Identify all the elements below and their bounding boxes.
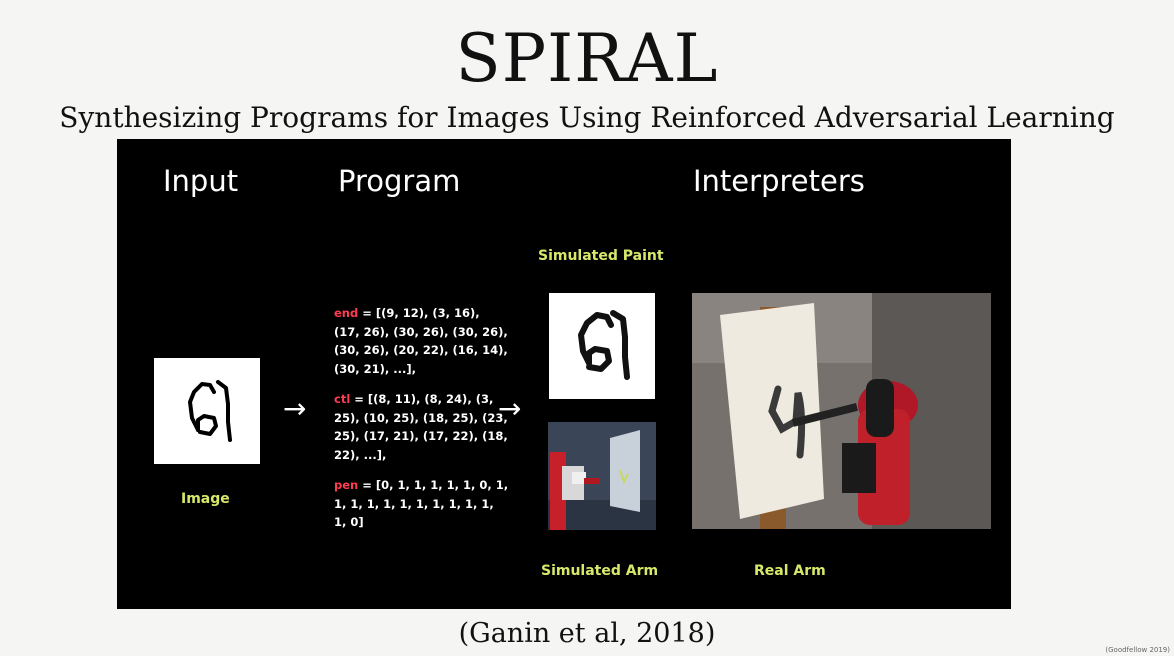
label-simulated-paint: Simulated Paint bbox=[538, 248, 664, 264]
input-image bbox=[154, 358, 260, 464]
program-end: end = [(9, 12), (3, 16), (17, 26), (30, … bbox=[334, 306, 508, 376]
simulated-arm-image bbox=[548, 422, 656, 530]
real-arm-photo bbox=[692, 293, 991, 529]
arrow-icon: → bbox=[283, 392, 307, 425]
simulated-paint-image bbox=[549, 293, 655, 399]
painted-glyph bbox=[578, 310, 630, 380]
citation: (Ganin et al, 2018) bbox=[458, 618, 716, 649]
figure-panel: Input Program Interpreters Image → end =… bbox=[117, 139, 1011, 609]
program-ctl: ctl = [(8, 11), (8, 24), (3, 25), (10, 2… bbox=[334, 392, 508, 462]
header-input: Input bbox=[163, 164, 239, 198]
label-simulated-arm: Simulated Arm bbox=[541, 563, 659, 579]
slide-title: SPIRAL bbox=[455, 20, 719, 97]
program-pen: pen = [0, 1, 1, 1, 1, 1, 0, 1, 1, 1, 1, … bbox=[334, 478, 509, 529]
label-image: Image bbox=[181, 491, 230, 507]
simulated-arm-scene bbox=[548, 422, 656, 530]
program-code: end = [(9, 12), (3, 16), (17, 26), (30, … bbox=[334, 304, 509, 544]
slide-subtitle: Synthesizing Programs for Images Using R… bbox=[59, 101, 1115, 134]
footnote: (Goodfellow 2019) bbox=[1105, 646, 1170, 654]
arrow-icon: → bbox=[498, 392, 522, 425]
label-real-arm: Real Arm bbox=[754, 563, 826, 579]
header-program: Program bbox=[338, 164, 461, 198]
glyph-drawing bbox=[188, 380, 232, 442]
header-interpreters: Interpreters bbox=[693, 164, 865, 198]
real-arm-scene bbox=[692, 293, 991, 529]
